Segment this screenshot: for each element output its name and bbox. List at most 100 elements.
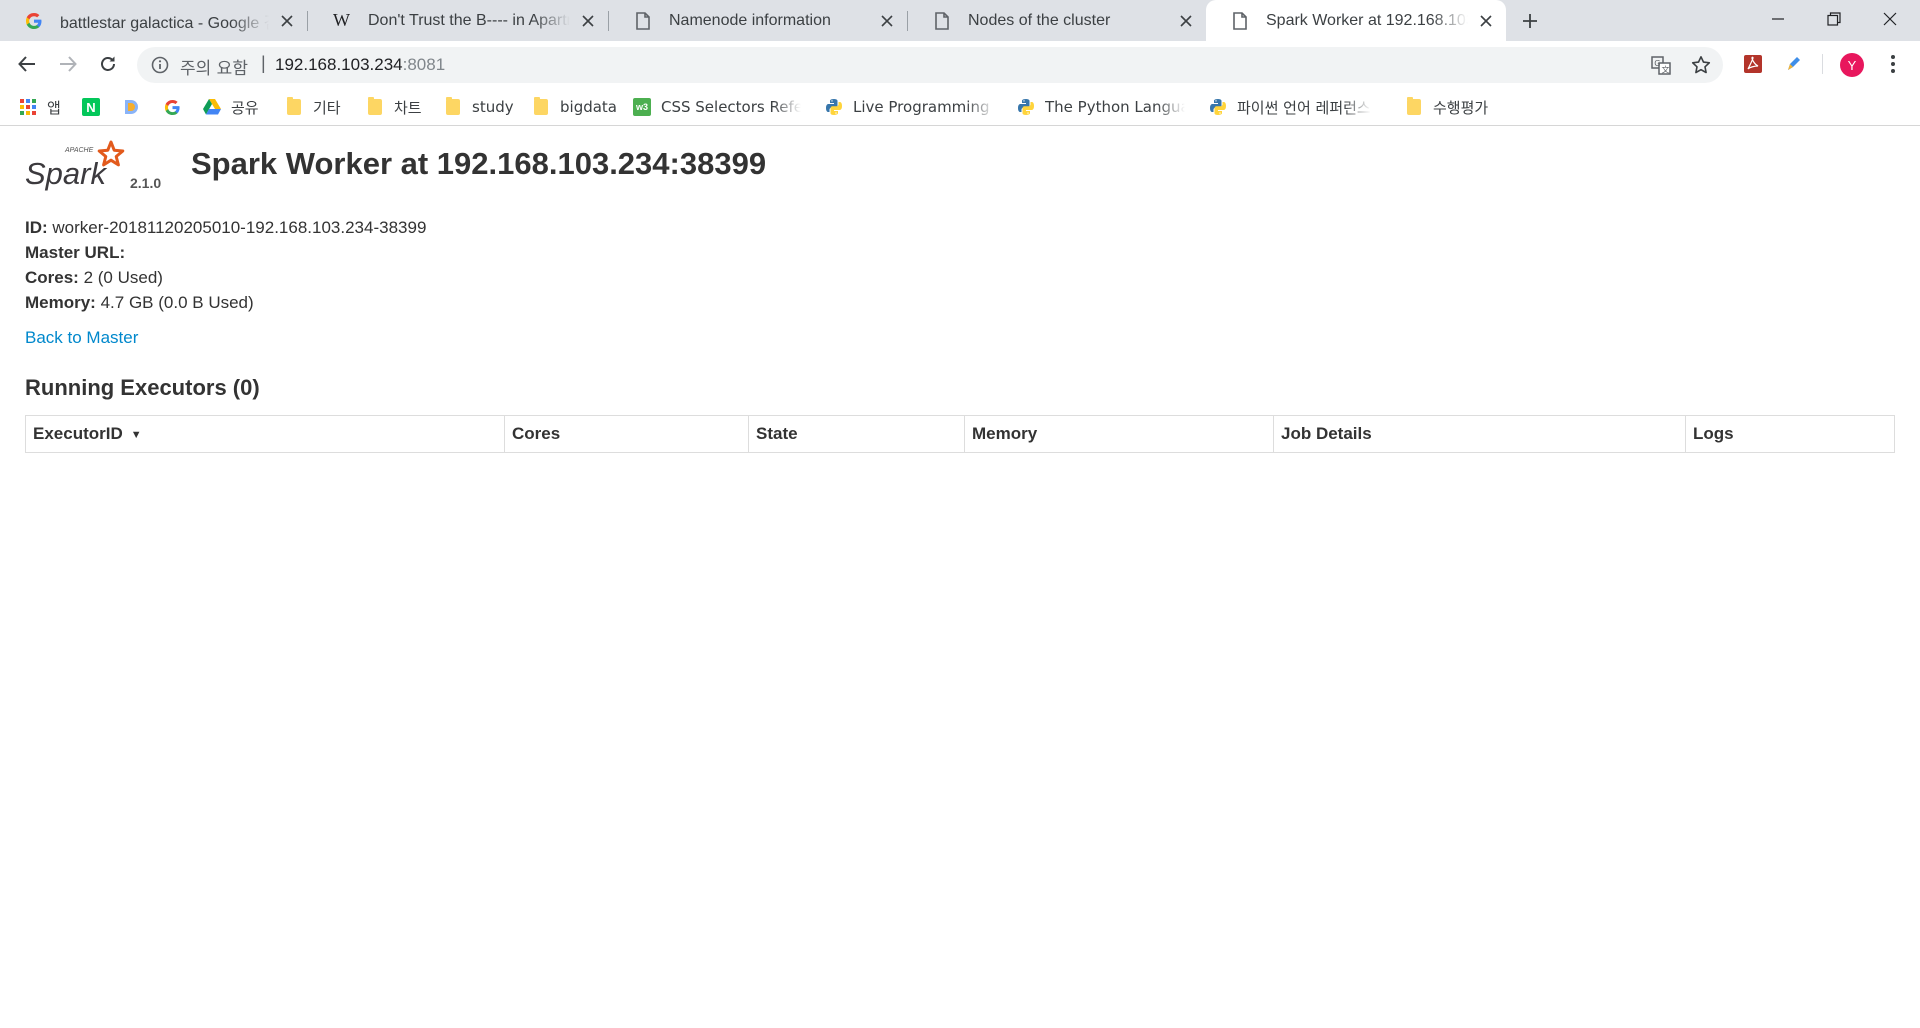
bookmark-apps[interactable]: 앱	[19, 95, 61, 119]
spark-logo-text: Spark	[25, 156, 107, 191]
info-value: worker-20181120205010-192.168.103.234-38…	[52, 218, 427, 237]
info-label: ID:	[25, 218, 48, 237]
spark-version: 2.1.0	[130, 175, 162, 191]
url-host: 192.168.103.234	[275, 55, 403, 74]
info-label: Master URL:	[25, 243, 126, 262]
close-icon	[1883, 12, 1897, 26]
bookmark-google[interactable]	[163, 95, 191, 119]
column-header-cores[interactable]: Cores	[504, 415, 749, 453]
d-logo-icon	[123, 98, 141, 116]
bookmark-css-selectors[interactable]: w3 CSS Selectors Refere	[633, 95, 801, 119]
close-icon[interactable]	[277, 11, 297, 31]
folder-icon	[1405, 97, 1423, 116]
arrow-left-icon	[18, 56, 35, 72]
bookmark-label: 수행평가	[1433, 98, 1489, 117]
naver-n-icon: N	[82, 98, 100, 116]
pen-extension-icon[interactable]	[1781, 51, 1807, 77]
folder-icon	[366, 97, 384, 116]
back-button[interactable]	[11, 48, 43, 80]
bookmark-naver[interactable]: N	[82, 95, 110, 119]
svg-text:文: 文	[1662, 65, 1670, 75]
close-icon[interactable]	[578, 11, 598, 31]
menu-button[interactable]	[1880, 51, 1906, 77]
close-window-button[interactable]	[1862, 0, 1918, 38]
new-tab-button[interactable]	[1516, 7, 1544, 35]
bookmark-folder-misc[interactable]: 기타	[285, 95, 341, 119]
bookmark-label: 기타	[313, 98, 341, 117]
column-header-state[interactable]: State	[748, 415, 965, 453]
page-icon	[1230, 11, 1249, 30]
column-label: Memory	[972, 424, 1038, 443]
bookmark-python-reference[interactable]: 파이썬 언어 레퍼런스	[1209, 95, 1371, 119]
omnibox-separator: |	[261, 53, 266, 73]
bookmark-folder-bigdata[interactable]: bigdata	[532, 95, 617, 119]
wikipedia-w-icon: W	[333, 10, 350, 30]
w3-icon: w3	[633, 98, 651, 116]
column-header-executor-id[interactable]: ExecutorID ▼	[26, 416, 505, 453]
url-text[interactable]: 192.168.103.234:8081	[275, 55, 445, 75]
bookmark-folder-assessment[interactable]: 수행평가	[1405, 95, 1488, 119]
browser-toolbar: 주의 요함 | 192.168.103.234:8081 G文 Y	[0, 41, 1920, 88]
plus-icon	[1523, 14, 1537, 28]
restore-icon	[1827, 12, 1841, 26]
close-icon[interactable]	[877, 11, 897, 31]
bookmark-label: 파이썬 언어 레퍼런스	[1237, 98, 1371, 117]
translate-icon[interactable]: G文	[1649, 53, 1673, 77]
close-icon[interactable]	[1176, 11, 1196, 31]
minimize-button[interactable]	[1750, 0, 1806, 38]
bookmark-label: Live Programming M	[853, 98, 995, 116]
bookmark-folder-charts[interactable]: 차트	[366, 95, 422, 119]
column-label: Cores	[512, 424, 561, 443]
column-label: Logs	[1693, 424, 1734, 443]
info-value: 2 (0 Used)	[83, 268, 163, 287]
url-port: :8081	[402, 55, 446, 74]
info-label: Cores:	[25, 268, 79, 287]
spark-logo[interactable]: APACHE Spark	[25, 140, 165, 200]
bookmark-python-language[interactable]: The Python Languag	[1017, 95, 1185, 119]
info-icon[interactable]	[151, 56, 169, 74]
spark-star-icon: APACHE Spark	[25, 140, 125, 191]
star-icon[interactable]	[1689, 53, 1713, 77]
profile-avatar[interactable]: Y	[1840, 53, 1864, 77]
column-label: ExecutorID	[33, 424, 123, 443]
column-header-job-details[interactable]: Job Details	[1273, 415, 1686, 453]
back-to-master-link[interactable]: Back to Master	[25, 328, 138, 348]
tab-nodes-cluster[interactable]: Nodes of the cluster	[908, 0, 1206, 41]
folder-icon	[285, 97, 303, 116]
python-icon	[1209, 98, 1227, 116]
python-icon	[825, 98, 843, 116]
page-title: Spark Worker at 192.168.103.234:38399	[191, 146, 767, 181]
forward-button[interactable]	[52, 48, 84, 80]
bookmark-d[interactable]	[123, 95, 151, 119]
info-row-id: ID: worker-20181120205010-192.168.103.23…	[25, 215, 426, 240]
bookmark-folder-study[interactable]: study	[444, 95, 514, 119]
table-header-row: ExecutorID ▼ Cores State Memory Job Detai…	[26, 415, 1895, 453]
page-icon	[633, 11, 652, 30]
address-bar[interactable]: 주의 요함 | 192.168.103.234:8081 G文	[137, 47, 1723, 83]
column-header-memory[interactable]: Memory	[964, 415, 1274, 453]
tab-wikipedia[interactable]: W Don't Trust the B---- in Apartme	[308, 0, 608, 41]
page-icon	[932, 11, 951, 30]
reload-icon	[101, 56, 115, 71]
bookmark-live-programming[interactable]: Live Programming M	[825, 95, 995, 119]
column-label: State	[756, 424, 798, 443]
bookmark-label: study	[472, 98, 514, 116]
google-g-icon	[24, 11, 43, 30]
google-g-icon	[163, 98, 181, 116]
folder-icon	[444, 97, 462, 116]
bookmark-drive-shared[interactable]: 공유	[203, 95, 259, 119]
toolbar-divider	[1822, 54, 1823, 74]
tab-google-search[interactable]: battlestar galactica - Google 검	[0, 0, 307, 41]
pdf-extension-icon[interactable]	[1740, 51, 1766, 77]
reload-button[interactable]	[92, 48, 124, 80]
security-status-text[interactable]: 주의 요함	[180, 54, 248, 79]
column-header-logs[interactable]: Logs	[1685, 415, 1895, 453]
tab-spark-worker[interactable]: Spark Worker at 192.168.103.23	[1206, 0, 1506, 41]
tab-namenode[interactable]: Namenode information	[609, 0, 907, 41]
bookmarks-bar: 앱 N 공유 기타 차트 study bigdata w3 CSS Select…	[0, 88, 1920, 126]
svg-text:G: G	[1654, 59, 1660, 68]
tab-title: Nodes of the cluster	[968, 11, 1111, 29]
info-row-master-url: Master URL:	[25, 240, 426, 265]
restore-button[interactable]	[1806, 0, 1862, 38]
close-icon[interactable]	[1476, 11, 1496, 31]
